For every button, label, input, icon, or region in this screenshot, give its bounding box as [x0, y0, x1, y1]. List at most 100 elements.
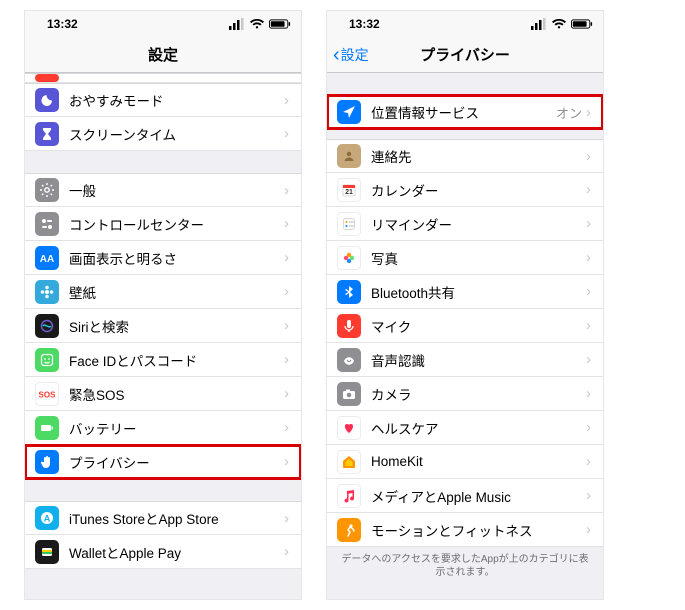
row-camera[interactable]: カメラ› [327, 377, 603, 411]
row-music[interactable]: メディアとApple Music› [327, 479, 603, 513]
flower-icon [35, 280, 59, 304]
chevron-right-icon: › [586, 419, 591, 436]
row-hand[interactable]: プライバシー› [25, 445, 301, 479]
hand-icon [35, 450, 59, 474]
settings-screen: 13:32 設定 おやすみモード›スクリーンタイム› 一般›コントロールセンター… [24, 10, 302, 600]
chevron-right-icon: › [586, 317, 591, 334]
row-switches[interactable]: コントロールセンター› [25, 207, 301, 241]
row-location[interactable]: 位置情報サービスオン› [327, 95, 603, 129]
row-face[interactable]: Face IDとパスコード› [25, 343, 301, 377]
chevron-right-icon: › [284, 125, 289, 142]
chevron-right-icon: › [284, 215, 289, 232]
row-label: 連絡先 [371, 146, 586, 166]
chevron-right-icon: › [284, 182, 289, 199]
row-label: 音声認識 [371, 350, 586, 370]
row-label: WalletとApple Pay [69, 542, 284, 562]
switches-icon [35, 212, 59, 236]
chevron-right-icon: › [586, 351, 591, 368]
row-label: リマインダー [371, 214, 586, 234]
settings-list[interactable]: おやすみモード›スクリーンタイム› 一般›コントロールセンター›AA画面表示と明… [25, 73, 301, 599]
chevron-right-icon: › [284, 510, 289, 527]
row-label: 写真 [371, 248, 586, 268]
row-siri[interactable]: Siriと検索› [25, 309, 301, 343]
chevron-right-icon: › [284, 543, 289, 560]
nav-bar: 設定 [25, 37, 301, 73]
row-sos[interactable]: SOS 緊急SOS› [25, 377, 301, 411]
row-label: 緊急SOS [69, 384, 284, 404]
row-aa[interactable]: AA画面表示と明るさ› [25, 241, 301, 275]
reminders-icon [337, 212, 361, 236]
group-gap [327, 129, 603, 139]
chevron-right-icon: › [586, 521, 591, 538]
row-label: スクリーンタイム [69, 124, 284, 144]
chevron-right-icon: › [284, 385, 289, 402]
signal-icon [531, 16, 547, 32]
bluetooth-icon [337, 280, 361, 304]
hourglass-icon [35, 122, 59, 146]
back-button[interactable]: ‹ 設定 [333, 45, 369, 65]
row-flower[interactable]: 壁紙› [25, 275, 301, 309]
svg-text:SOS: SOS [39, 390, 55, 399]
motion-icon [337, 518, 361, 542]
row-hourglass[interactable]: スクリーンタイム› [25, 117, 301, 151]
row-calendar[interactable]: 21カレンダー› [327, 173, 603, 207]
row-bluetooth[interactable]: Bluetooth共有› [327, 275, 603, 309]
moon-icon [35, 88, 59, 112]
privacy-screen: 13:32 ‹ 設定 プライバシー 位置情報サービスオン› 連絡先›21カレンダ… [326, 10, 604, 600]
row-label: 壁紙 [69, 282, 284, 302]
row-label: コントロールセンター [69, 214, 284, 234]
appstore-icon: A [35, 506, 59, 530]
row-contacts[interactable]: 連絡先› [327, 139, 603, 173]
chevron-right-icon: › [586, 385, 591, 402]
battery-icon [571, 16, 593, 32]
chevron-right-icon: › [586, 215, 591, 232]
signal-icon [229, 16, 245, 32]
row-battery[interactable]: バッテリー› [25, 411, 301, 445]
sos-icon: SOS [35, 382, 59, 406]
back-label: 設定 [341, 45, 369, 65]
row-label: 位置情報サービス [371, 102, 556, 122]
status-right [531, 16, 593, 32]
sliver-icon [35, 74, 59, 82]
row-photos[interactable]: 写真› [327, 241, 603, 275]
svg-text:21: 21 [345, 189, 353, 196]
nav-title: 設定 [148, 44, 178, 65]
group-gap [25, 151, 301, 173]
row-appstore[interactable]: AiTunes StoreとApp Store› [25, 501, 301, 535]
row-label: 一般 [69, 180, 284, 200]
row-wallet[interactable]: WalletとApple Pay› [25, 535, 301, 569]
row-label: ヘルスケア [371, 418, 586, 438]
row-label: HomeKit [371, 454, 586, 469]
row-gear[interactable]: 一般› [25, 173, 301, 207]
chevron-right-icon: › [284, 249, 289, 266]
row-speech[interactable]: 音声認識› [327, 343, 603, 377]
row-reminders[interactable]: リマインダー› [327, 207, 603, 241]
status-right [229, 16, 291, 32]
row-label: Siriと検索 [69, 316, 284, 336]
row-mic[interactable]: マイク› [327, 309, 603, 343]
wallet-icon [35, 540, 59, 564]
row-label: カレンダー [371, 180, 586, 200]
chevron-right-icon: › [586, 249, 591, 266]
svg-text:AA: AA [40, 254, 54, 265]
chevron-right-icon: › [586, 453, 591, 470]
homekit-icon [337, 450, 361, 474]
location-icon [337, 100, 361, 124]
privacy-list[interactable]: 位置情報サービスオン› 連絡先›21カレンダー›リマインダー›写真›Blueto… [327, 73, 603, 599]
health-icon [337, 416, 361, 440]
row-health[interactable]: ヘルスケア› [327, 411, 603, 445]
group-gap [25, 479, 301, 501]
face-icon [35, 348, 59, 372]
nav-title: プライバシー [420, 44, 510, 65]
row-homekit[interactable]: HomeKit› [327, 445, 603, 479]
speech-icon [337, 348, 361, 372]
row-motion[interactable]: モーションとフィットネス› [327, 513, 603, 547]
row-label: おやすみモード [69, 90, 284, 110]
chevron-right-icon: › [284, 419, 289, 436]
row-label: Face IDとパスコード [69, 350, 284, 370]
chevron-right-icon: › [586, 104, 591, 121]
chevron-right-icon: › [284, 453, 289, 470]
row-moon[interactable]: おやすみモード› [25, 83, 301, 117]
footer-note: データへのアクセスを要求したAppが上のカテゴリに表示されます。 [327, 547, 603, 587]
battery-icon [35, 416, 59, 440]
